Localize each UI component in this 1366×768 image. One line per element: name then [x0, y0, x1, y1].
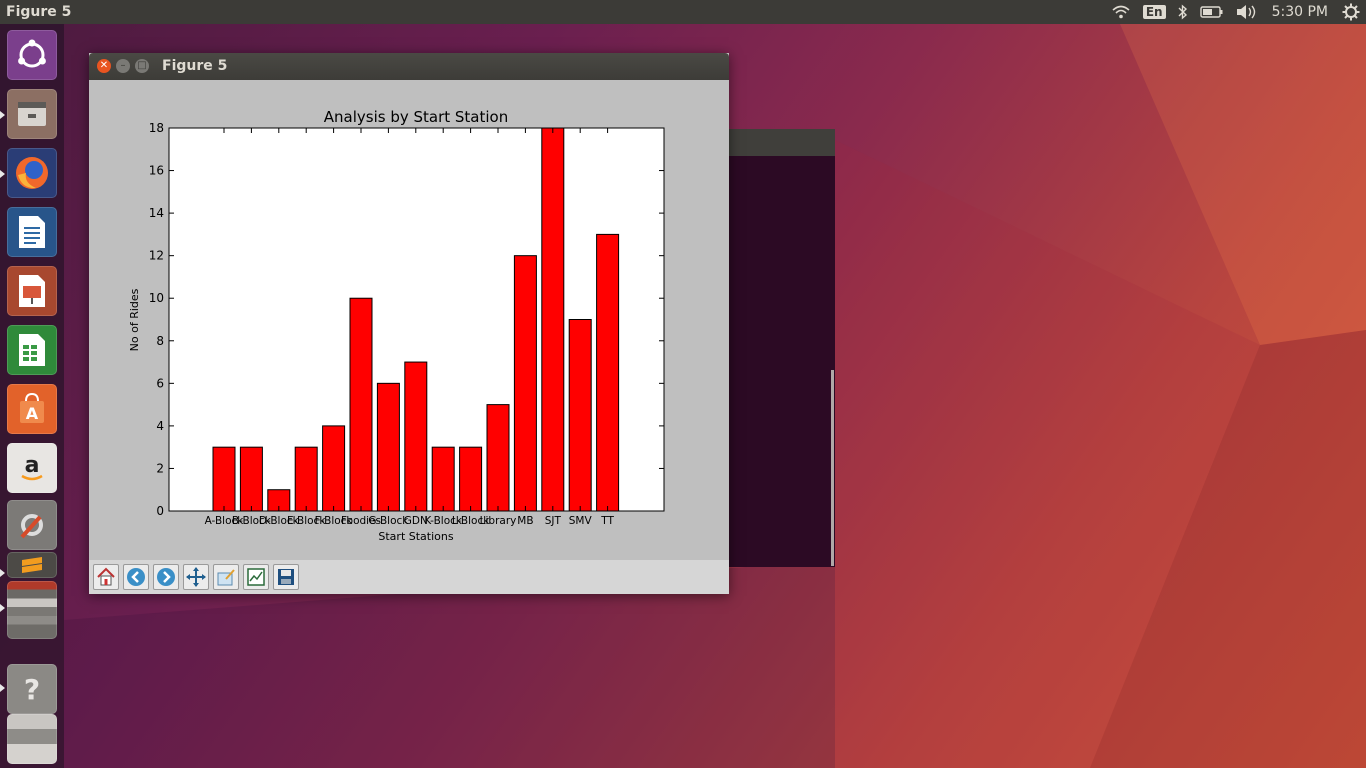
y-tick-label: 2: [156, 461, 164, 475]
window-titlebar[interactable]: ✕ – □ Figure 5: [89, 53, 729, 80]
minimize-button[interactable]: –: [116, 59, 130, 73]
software-center-icon[interactable]: A: [7, 384, 57, 434]
x-tick-label: SJT: [545, 515, 562, 527]
y-tick-label: 8: [156, 334, 164, 348]
pan-icon[interactable]: [183, 564, 209, 590]
chart-title: Analysis by Start Station: [324, 108, 508, 126]
configure-subplots-icon[interactable]: [243, 564, 269, 590]
volume-icon[interactable]: [1230, 0, 1264, 24]
y-tick-label: 4: [156, 419, 164, 433]
bar-l-block: [459, 446, 483, 512]
bar-smv: [568, 319, 592, 512]
libreoffice-calc-icon[interactable]: [7, 325, 57, 375]
running-indicator: [0, 569, 5, 577]
running-indicator: [0, 111, 5, 119]
x-tick-label: MB: [517, 515, 533, 527]
bar-library: [486, 404, 510, 512]
y-tick-label: 0: [156, 504, 164, 518]
x-axis-label: Start Stations: [378, 530, 453, 543]
background-window-titlebar[interactable]: [728, 129, 835, 156]
y-tick-label: 6: [156, 376, 164, 390]
bar-mb: [513, 255, 537, 512]
libreoffice-impress-icon[interactable]: [7, 266, 57, 316]
bar-foodies: [349, 297, 373, 512]
running-indicator: [0, 684, 5, 692]
save-icon[interactable]: [273, 564, 299, 590]
keyboard-layout-indicator[interactable]: En: [1137, 0, 1172, 24]
clock[interactable]: 5:30 PM: [1264, 0, 1336, 24]
x-tick-label: Library: [480, 515, 517, 527]
y-tick-label: 18: [149, 121, 164, 135]
svg-text:A: A: [26, 404, 39, 423]
matplotlib-toolbar: [89, 560, 729, 594]
bar-g-block: [376, 382, 400, 512]
zoom-icon[interactable]: [213, 564, 239, 590]
files-icon[interactable]: [7, 89, 57, 139]
close-button[interactable]: ✕: [97, 59, 111, 73]
y-tick-label: 14: [149, 206, 164, 220]
launcher: A a ?: [0, 24, 64, 768]
bar-gdn: [404, 361, 428, 512]
maximize-button[interactable]: □: [135, 59, 149, 73]
bar-tt: [596, 233, 620, 512]
ubuntu-dash-icon[interactable]: [7, 30, 57, 80]
bar-sjt: [541, 127, 565, 512]
stacked-apps-icon[interactable]: [7, 581, 57, 639]
home-icon[interactable]: [93, 564, 119, 590]
libreoffice-writer-icon[interactable]: [7, 207, 57, 257]
y-tick-label: 12: [149, 249, 164, 263]
running-indicator: [0, 604, 5, 612]
gear-icon[interactable]: [1336, 0, 1366, 24]
svg-text:?: ?: [24, 673, 40, 706]
top-panel: Figure 5 En 5:30 PM: [0, 0, 1366, 24]
bar-k-block: [431, 446, 455, 512]
wifi-icon[interactable]: [1105, 0, 1137, 24]
indicator-area: En 5:30 PM: [1105, 0, 1366, 24]
firefox-icon[interactable]: [7, 148, 57, 198]
help-icon[interactable]: ?: [7, 664, 57, 714]
background-window-scrollbar[interactable]: [831, 370, 834, 566]
window-title: Figure 5: [162, 58, 228, 74]
forward-icon[interactable]: [153, 564, 179, 590]
bar-e-block: [294, 446, 318, 512]
active-app-title: Figure 5: [6, 4, 72, 20]
bar-a-block: [212, 446, 236, 512]
bluetooth-icon[interactable]: [1172, 0, 1194, 24]
sublime-text-icon[interactable]: [7, 552, 57, 578]
y-tick-label: 10: [149, 291, 164, 305]
stacked-apps-2-icon[interactable]: [7, 714, 57, 764]
background-terminal-window[interactable]: [728, 129, 835, 567]
system-settings-icon[interactable]: [7, 500, 57, 550]
x-tick-label: TT: [600, 515, 614, 527]
battery-icon[interactable]: [1194, 0, 1230, 24]
svg-text:a: a: [25, 453, 40, 478]
y-axis-label: No of Rides: [128, 288, 141, 351]
x-tick-label: SMV: [569, 515, 593, 527]
bar-f-block: [322, 425, 346, 512]
bar-b-block: [239, 446, 263, 512]
amazon-icon[interactable]: a: [7, 443, 57, 493]
bar-chart: Analysis by Start Station 0 2 4 6 8 10 12 14 16 1…: [128, 108, 665, 543]
figure-window: ✕ – □ Figure 5 Analysis by Start Station…: [89, 53, 729, 594]
plot-canvas[interactable]: Analysis by Start Station 0 2 4 6 8 10 12 14 16 1…: [89, 80, 729, 560]
running-indicator: [0, 170, 5, 178]
back-icon[interactable]: [123, 564, 149, 590]
y-tick-label: 16: [149, 164, 164, 178]
